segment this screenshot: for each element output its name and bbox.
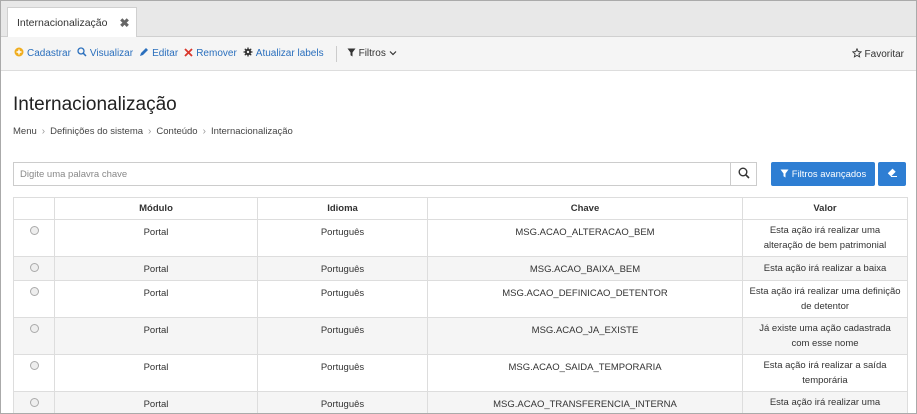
- remover-label: Remover: [196, 48, 237, 59]
- breadcrumb: Menu › Definições do sistema › Conteúdo …: [13, 126, 293, 137]
- filter-icon: [347, 48, 356, 60]
- radio-button[interactable]: [29, 226, 39, 235]
- table-row[interactable]: Portal Português MSG.ACAO_SAIDA_TEMPORAR…: [13, 354, 908, 392]
- row-select[interactable]: [13, 317, 55, 355]
- table-row[interactable]: Portal Português MSG.ACAO_BAIXA_BEM Esta…: [13, 256, 908, 281]
- header-modulo[interactable]: Módulo: [54, 197, 258, 220]
- radio-button[interactable]: [29, 324, 39, 333]
- x-icon: [184, 47, 193, 60]
- editar-button[interactable]: Editar: [139, 47, 178, 60]
- clear-filters-button[interactable]: [878, 162, 906, 186]
- row-select[interactable]: [13, 391, 55, 413]
- filtros-avancados-label: Filtros avançados: [791, 168, 867, 180]
- table-row[interactable]: Portal Português MSG.ACAO_ALTERACAO_BEM …: [13, 219, 908, 257]
- eraser-icon: [887, 168, 898, 180]
- cell-modulo: Portal: [54, 391, 258, 413]
- editar-label: Editar: [152, 48, 179, 59]
- header-select: [13, 197, 55, 220]
- favoritar-button[interactable]: Favoritar: [851, 37, 904, 71]
- cell-idioma: Português: [257, 391, 428, 413]
- breadcrumb-item-definicoes[interactable]: Definições do sistema: [50, 126, 143, 137]
- cell-chave: MSG.ACAO_SAIDA_TEMPORARIA: [427, 354, 743, 392]
- chevron-down-icon: [389, 48, 397, 59]
- breadcrumb-item-menu[interactable]: Menu: [13, 126, 37, 137]
- cell-valor: Esta ação irá realizar a baixa: [742, 256, 908, 281]
- atualizar-labels-button[interactable]: Atualizar labels: [243, 47, 324, 60]
- gear-icon: [243, 47, 253, 60]
- favoritar-label: Favoritar: [864, 48, 904, 60]
- search-button[interactable]: [730, 163, 756, 185]
- breadcrumb-item-current: Internacionalização: [210, 126, 293, 137]
- atualizar-labels-label: Atualizar labels: [255, 48, 324, 59]
- cell-idioma: Português: [257, 219, 428, 257]
- cell-chave: MSG.ACAO_ALTERACAO_BEM: [427, 219, 743, 257]
- breadcrumb-separator: ›: [202, 126, 206, 137]
- cell-valor: Esta ação irá realizar uma alteração de …: [742, 219, 908, 257]
- cell-chave: MSG.ACAO_TRANSFERENCIA_INTERNA: [427, 391, 743, 413]
- row-select[interactable]: [13, 219, 55, 257]
- table-header-row: Módulo Idioma Chave Valor: [13, 197, 908, 220]
- cadastrar-label: Cadastrar: [27, 48, 71, 59]
- radio-button[interactable]: [29, 263, 39, 272]
- plus-circle-icon: [14, 47, 24, 60]
- data-table: Módulo Idioma Chave Valor Portal Portugu…: [13, 197, 908, 413]
- radio-button[interactable]: [29, 361, 39, 370]
- cell-modulo: Portal: [54, 317, 258, 355]
- breadcrumb-separator: ›: [41, 126, 46, 137]
- toolbar: Cadastrar Visualizar Editar Remover Atua…: [1, 37, 916, 71]
- star-icon: [851, 47, 862, 61]
- cell-valor: Esta ação irá realizar uma definição de …: [742, 280, 908, 318]
- tab-label: Internacionalização: [17, 16, 108, 29]
- filter-icon: [780, 169, 789, 180]
- app-window: Internacionalização ✖ Cadastrar Visualiz…: [0, 0, 917, 414]
- breadcrumb-separator: ›: [148, 126, 152, 137]
- cell-idioma: Português: [257, 317, 428, 355]
- table-row[interactable]: Portal Português MSG.ACAO_TRANSFERENCIA_…: [13, 391, 908, 413]
- visualizar-button[interactable]: Visualizar: [77, 47, 133, 60]
- cell-chave: MSG.ACAO_JA_EXISTE: [427, 317, 743, 355]
- header-idioma[interactable]: Idioma: [257, 197, 428, 220]
- cell-chave: MSG.ACAO_BAIXA_BEM: [427, 256, 743, 281]
- search-bar: [13, 162, 757, 186]
- remover-button[interactable]: Remover: [184, 47, 237, 60]
- cadastrar-button[interactable]: Cadastrar: [14, 47, 71, 60]
- cell-valor: Esta ação irá realizar a saída temporári…: [742, 354, 908, 392]
- cell-idioma: Português: [257, 354, 428, 392]
- cell-modulo: Portal: [54, 219, 258, 257]
- page-title: Internacionalização: [13, 94, 177, 115]
- row-select[interactable]: [13, 280, 55, 318]
- close-icon[interactable]: ✖: [119, 16, 129, 30]
- visualizar-label: Visualizar: [89, 48, 134, 59]
- toolbar-divider: [335, 45, 337, 62]
- filtros-avancados-button[interactable]: Filtros avançados: [771, 162, 875, 186]
- cell-modulo: Portal: [54, 354, 258, 392]
- header-valor[interactable]: Valor: [742, 197, 908, 220]
- cell-valor: Já existe uma ação cadastrada com esse n…: [742, 317, 908, 355]
- radio-button[interactable]: [29, 398, 39, 407]
- radio-button[interactable]: [29, 287, 39, 296]
- row-select[interactable]: [13, 256, 55, 281]
- cell-modulo: Portal: [54, 256, 258, 281]
- filtros-label: Filtros: [358, 48, 386, 59]
- cell-valor: Esta ação irá realizar uma transferência…: [742, 391, 908, 413]
- table-row[interactable]: Portal Português MSG.ACAO_JA_EXISTE Já e…: [13, 317, 908, 355]
- cell-idioma: Português: [257, 280, 428, 318]
- search-icon: [77, 47, 87, 60]
- table-row[interactable]: Portal Português MSG.ACAO_DEFINICAO_DETE…: [13, 280, 908, 318]
- tab-strip: Internacionalização ✖: [1, 1, 916, 37]
- search-icon: [738, 167, 750, 182]
- row-select[interactable]: [13, 354, 55, 392]
- cell-chave: MSG.ACAO_DEFINICAO_DETENTOR: [427, 280, 743, 318]
- cell-idioma: Português: [257, 256, 428, 281]
- header-chave[interactable]: Chave: [427, 197, 743, 220]
- pencil-icon: [139, 47, 149, 60]
- cell-modulo: Portal: [54, 280, 258, 318]
- breadcrumb-item-conteudo[interactable]: Conteúdo: [156, 126, 197, 137]
- search-input[interactable]: [14, 163, 730, 185]
- tab-internacionalizacao[interactable]: Internacionalização ✖: [7, 7, 137, 37]
- filtros-dropdown[interactable]: Filtros: [347, 48, 397, 60]
